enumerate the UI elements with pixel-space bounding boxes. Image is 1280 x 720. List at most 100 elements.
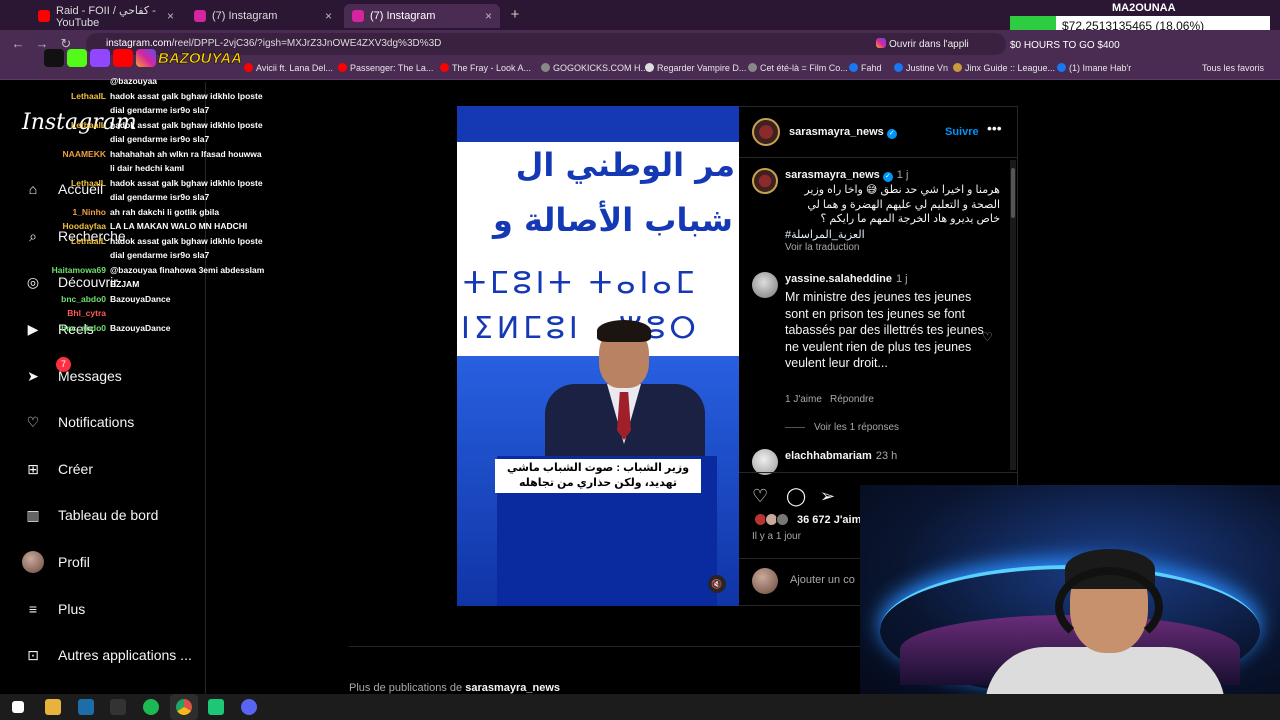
spotify-icon[interactable]	[143, 699, 159, 715]
comment-input[interactable]: Ajouter un co	[790, 574, 855, 586]
chrome-icon[interactable]	[170, 694, 198, 720]
chat-username: LethaalL	[71, 235, 106, 246]
bookmark-item[interactable]: The Fray - Look A...	[440, 63, 531, 73]
chat-username	[40, 74, 110, 89]
chat-text: hadok assat galk bghaw idkhlo lposte	[110, 235, 263, 246]
banner-arabic-2: شباب الأصالة و	[492, 201, 733, 239]
windows-start-icon[interactable]	[12, 701, 24, 713]
chat-text: ah rah dakchi li gotlik gbila	[110, 206, 220, 217]
chat-username: Bhl_cytra	[67, 308, 106, 318]
bookmark-item[interactable]: Justine Vn	[894, 63, 948, 73]
chat-text: LA LA MAKAN WALO MN HADCHI	[110, 221, 248, 231]
comment-username[interactable]: elachhabmariam 23 h	[785, 450, 897, 462]
caption-username[interactable]: sarasmayra_news ✓ 1 j	[785, 169, 908, 182]
chat-username	[40, 132, 110, 147]
bookmark-item[interactable]: Fahd	[849, 63, 882, 73]
comment-icon[interactable]: ◯	[786, 486, 806, 507]
close-icon[interactable]: ×	[485, 9, 492, 23]
chat-text: hadok assat galk bghaw idkhlo lposte	[110, 90, 263, 101]
nav-notifications[interactable]: ♡ Notifications	[22, 411, 135, 433]
chat-message: dial gendarme isr9o sla7	[40, 248, 280, 263]
bookmark-item[interactable]: Passenger: The La...	[338, 63, 433, 73]
chat-username	[40, 248, 110, 263]
tab-instagram-1[interactable]: (7) Instagram ×	[186, 4, 340, 28]
send-icon: ➤	[27, 367, 39, 384]
video-caption: وزير الشباب : صوت الشباب ماشي تهديد، ولك…	[495, 459, 701, 493]
bookmark-item[interactable]: (1) Imane Hab'r	[1057, 63, 1131, 73]
instagram-icon	[876, 38, 886, 48]
nav-dashboard[interactable]: ▥ Tableau de bord	[22, 504, 158, 526]
chat-username: LethaalL	[71, 177, 106, 188]
reel-video[interactable]: مر الوطني ال شباب الأصالة و ⵜⵎⵓⵏⵜ ⵜⴰⵏⴰⵎ …	[457, 106, 739, 606]
avatar	[752, 568, 778, 594]
like-comment-icon[interactable]: ♡	[982, 330, 993, 344]
author-username[interactable]: sarasmayra_news ✓	[789, 126, 897, 139]
new-tab-button[interactable]: +	[506, 6, 524, 24]
chat-text: BazouyaDance	[110, 293, 171, 304]
nav-other-apps[interactable]: ⊡ Autres applications ...	[22, 644, 192, 666]
bookmark-item[interactable]: Regarder Vampire D...	[645, 63, 746, 73]
app-icon[interactable]	[208, 699, 224, 715]
tab-instagram-2[interactable]: (7) Instagram ×	[344, 4, 500, 28]
site-icon	[645, 63, 654, 72]
chat-message: bnc_abdo0 BazouyaDance	[40, 292, 280, 307]
steam-icon[interactable]	[78, 699, 94, 715]
bookmark-item[interactable]: Jinx Guide :: League...	[953, 63, 1055, 73]
commenter-avatar[interactable]	[752, 272, 778, 298]
avatar	[22, 551, 44, 573]
like-icon[interactable]: ♡	[752, 486, 768, 507]
hashtag-link[interactable]: #العزبة_المراسلة	[785, 228, 865, 241]
tab-youtube[interactable]: Raid - FOII / كفاحي - YouTube ×	[30, 4, 182, 29]
nav-messages[interactable]: ➤ 7 Messages	[22, 357, 122, 387]
bookmark-item[interactable]: GOGOKICKS.COM H...	[541, 63, 648, 73]
epic-games-icon[interactable]	[110, 699, 126, 715]
bookmark-item[interactable]: Cet été-là = Film Co...	[748, 63, 848, 73]
likes-count[interactable]: 36 672 J'aim	[797, 514, 861, 526]
replies-divider	[785, 427, 805, 428]
chat-message: Haitamowa69 @bazouyaa finahowa 3emi abdes…	[40, 263, 280, 278]
translate-link[interactable]: Voir la traduction	[785, 242, 860, 253]
post-time: Il y a 1 jour	[752, 531, 801, 542]
chat-username: LethaalL	[71, 90, 106, 101]
stream-name: MA2OUNAA	[1112, 2, 1176, 14]
discord-icon[interactable]	[241, 699, 257, 715]
more-options-icon[interactable]: •••	[987, 120, 1002, 136]
nav-create[interactable]: ⊞ Créer	[22, 458, 93, 480]
chat-message: NAAMEKK hahahahah ah wlkn ra lfasad houww…	[40, 147, 280, 162]
chat-text: BazouyaDance	[110, 322, 171, 333]
comment-username[interactable]: yassine.salaheddine 1 j	[785, 273, 908, 285]
chat-username: bnc_abdo0	[61, 293, 106, 304]
plus-square-icon: ⊞	[27, 460, 39, 477]
chat-text: hadok assat galk bghaw idkhlo lposte	[110, 177, 263, 188]
instagram-icon	[194, 10, 206, 22]
comment-likes[interactable]: 1 J'aime	[785, 394, 822, 405]
social-logos	[44, 49, 156, 67]
bookmark-item[interactable]: Avicii ft. Lana Del...	[244, 63, 333, 73]
chart-icon: ▥	[26, 506, 40, 523]
back-icon[interactable]: ←	[10, 36, 26, 52]
author-avatar[interactable]	[752, 168, 778, 194]
chat-text: dial gendarme isr9o sla7	[110, 134, 210, 144]
chat-username	[40, 277, 110, 292]
volume-icon[interactable]: 🔇	[708, 575, 726, 593]
streamer-brand: BAZOUYAA	[158, 50, 242, 68]
chat-username	[40, 190, 110, 205]
chat-text: hadok assat galk bghaw idkhlo lposte	[110, 119, 263, 130]
share-icon[interactable]: ➢	[820, 486, 835, 507]
chat-message: LethaalL hadok assat galk bghaw idkhlo lp…	[40, 89, 280, 104]
close-icon[interactable]: ×	[167, 9, 174, 23]
nav-profile[interactable]: Profil	[22, 551, 90, 573]
author-avatar[interactable]	[752, 118, 780, 146]
all-bookmarks[interactable]: Tous les favoris	[1202, 63, 1264, 73]
banner-arabic-1: مر الوطني ال	[515, 146, 735, 184]
close-icon[interactable]: ×	[325, 9, 332, 23]
reply-button[interactable]: Répondre	[830, 394, 874, 405]
open-in-app-button[interactable]: Ouvrir dans l'appli	[876, 38, 969, 50]
chat-message: dial gendarme isr9o sla7	[40, 103, 280, 118]
nav-more[interactable]: ≡ Plus	[22, 598, 85, 620]
follow-button[interactable]: Suivre	[945, 126, 979, 138]
view-replies[interactable]: Voir les 1 réponses	[814, 422, 899, 433]
comments-scrollbar[interactable]	[1010, 160, 1016, 470]
file-explorer-icon[interactable]	[45, 699, 61, 715]
chat-username: bnc_abdo0	[61, 322, 106, 333]
